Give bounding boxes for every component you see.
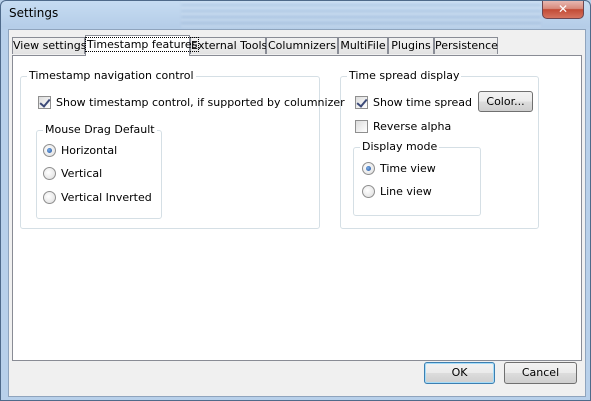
radio-vertical-inverted[interactable]: Vertical Inverted bbox=[43, 190, 158, 206]
radio-time-view[interactable]: Time view bbox=[362, 161, 472, 177]
window-title: Settings bbox=[9, 6, 59, 20]
tab-label: Timestamp features bbox=[84, 37, 200, 52]
group-title: Display mode bbox=[360, 140, 440, 154]
radio-horizontal[interactable]: Horizontal bbox=[43, 143, 158, 159]
show-time-spread-checkbox[interactable]: Show time spread bbox=[355, 95, 472, 111]
cancel-button[interactable]: Cancel bbox=[504, 362, 577, 384]
tab-label: Columnizers bbox=[268, 39, 336, 52]
close-button[interactable]: ✕ bbox=[542, 1, 584, 19]
radio-label: Line view bbox=[380, 185, 432, 198]
checkbox-check-icon[interactable] bbox=[355, 120, 368, 133]
tab-view-settings[interactable]: View settings bbox=[12, 37, 87, 54]
group-title: Timestamp navigation control bbox=[27, 69, 196, 83]
show-timestamp-control-checkbox[interactable]: Show timestamp control, if supported by … bbox=[38, 95, 345, 111]
tab-columnizers[interactable]: Columnizers bbox=[266, 37, 338, 54]
radio-dot-icon[interactable] bbox=[43, 144, 56, 157]
tab-bar: View settings Timestamp features Externa… bbox=[12, 35, 582, 56]
tab-label: MultiFile bbox=[340, 39, 386, 52]
radio-dot-icon[interactable] bbox=[43, 167, 56, 180]
radio-label: Time view bbox=[380, 162, 436, 175]
tab-multifile[interactable]: MultiFile bbox=[338, 37, 388, 54]
tab-label: External Tools bbox=[191, 39, 268, 52]
checkbox-check-icon[interactable] bbox=[355, 96, 368, 109]
radio-dot-icon[interactable] bbox=[362, 185, 375, 198]
mouse-drag-default-group: Mouse Drag Default Horizontal Vertical V… bbox=[36, 123, 162, 219]
radio-line-view[interactable]: Line view bbox=[362, 184, 472, 200]
radio-dot-icon[interactable] bbox=[43, 191, 56, 204]
tab-label: Plugins bbox=[391, 39, 431, 52]
tab-panel-timestamp-features: Timestamp navigation control Show timest… bbox=[12, 55, 582, 361]
radio-label: Horizontal bbox=[61, 144, 118, 157]
close-icon: ✕ bbox=[557, 2, 569, 16]
timestamp-navigation-group: Timestamp navigation control Show timest… bbox=[20, 69, 345, 229]
radio-vertical[interactable]: Vertical bbox=[43, 166, 158, 182]
dialog-client-area: View settings Timestamp features Externa… bbox=[8, 29, 586, 397]
tab-label: Persistence bbox=[435, 39, 498, 52]
tab-plugins[interactable]: Plugins bbox=[388, 37, 434, 54]
title-bar-background bbox=[181, 1, 541, 27]
color-button[interactable]: Color... bbox=[478, 91, 533, 112]
tab-timestamp-features[interactable]: Timestamp features bbox=[84, 35, 200, 56]
checkbox-label: Show time spread bbox=[373, 96, 473, 109]
radio-label: Vertical bbox=[61, 167, 103, 180]
display-mode-group: Display mode Time view Line view bbox=[353, 140, 481, 216]
checkbox-label: Show timestamp control, if supported by … bbox=[56, 96, 345, 109]
reverse-alpha-checkbox[interactable]: Reverse alpha bbox=[355, 119, 465, 135]
time-spread-display-group: Time spread display Show time spread Col… bbox=[340, 69, 539, 229]
title-bar[interactable]: Settings ✕ bbox=[1, 1, 590, 29]
settings-window: Settings ✕ View settings Timestamp featu… bbox=[0, 0, 591, 401]
ok-button[interactable]: OK bbox=[424, 362, 495, 384]
checkbox-label: Reverse alpha bbox=[373, 120, 452, 133]
checkbox-check-icon[interactable] bbox=[38, 96, 51, 109]
radio-dot-icon[interactable] bbox=[362, 162, 375, 175]
group-title: Mouse Drag Default bbox=[43, 123, 157, 137]
tab-external-tools[interactable]: External Tools bbox=[190, 37, 268, 54]
tab-label: View settings bbox=[13, 39, 87, 52]
radio-label: Vertical Inverted bbox=[61, 191, 152, 204]
tab-persistence[interactable]: Persistence bbox=[434, 37, 498, 54]
group-title: Time spread display bbox=[347, 69, 462, 83]
